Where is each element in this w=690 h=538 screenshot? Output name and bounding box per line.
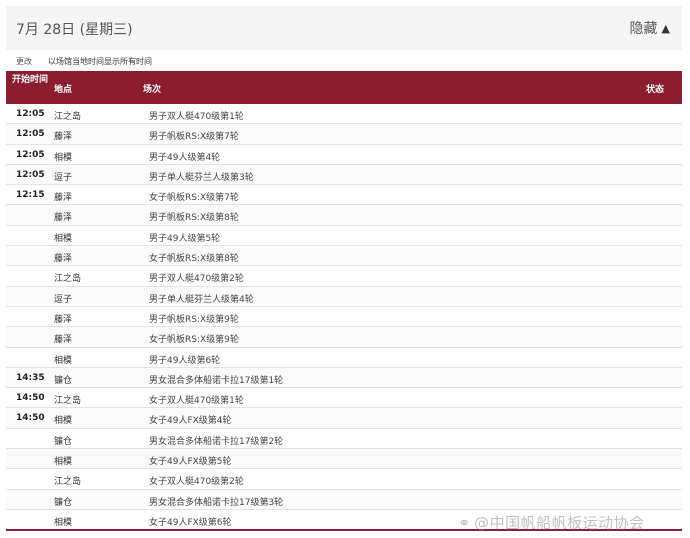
cell-event: 女子49人FX级第5轮 (149, 457, 232, 468)
cell-time: 14:50 (16, 413, 45, 424)
cell-venue: 相模 (54, 152, 73, 163)
table-row[interactable]: 14:50 江之岛 女子双人艇470级第1轮 (6, 388, 682, 409)
table-row[interactable]: 12:05 相模 男子49人级第4轮 (6, 145, 682, 165)
cell-event: 男女混合多体船诺卡拉17级第1轮 (149, 375, 284, 386)
cell-event: 男子49人级第6轮 (149, 355, 221, 366)
cell-venue: 江之岛 (54, 112, 82, 122)
chevron-up-icon: ▲ (661, 21, 670, 35)
table-header: 开始时间 地点 场次 状态 (6, 71, 682, 104)
table-row[interactable]: 12:05 藤泽 男子帆板RS:X级第7轮 (6, 124, 682, 145)
cell-event: 女子帆板RS:X级第8轮 (149, 254, 239, 265)
cell-venue: 藤泽 (54, 213, 73, 224)
cell-venue: 江之岛 (54, 274, 82, 285)
cell-event: 女子双人艇470级第2轮 (149, 477, 244, 488)
cell-venue: 相模 (54, 355, 73, 366)
table-row[interactable]: 14:50 相模 女子49人FX级第4轮 (6, 408, 682, 429)
table-row[interactable]: 逗子 男子单人艇芬兰人级第4轮 (6, 286, 682, 307)
cell-venue: 相模 (54, 416, 73, 427)
cell-event: 女子双人艇470级第1轮 (149, 396, 244, 407)
table-row[interactable]: 12:05 江之岛 男子双人艇470级第1轮 (6, 104, 682, 125)
table-row[interactable]: 12:05 逗子 男子单人艇芬兰人级第3轮 (6, 164, 682, 186)
cell-time: 12:05 (16, 109, 45, 119)
table-row[interactable]: 藤泽 女子帆板RS:X级第8轮 (6, 246, 682, 267)
cell-venue: 镰仓 (54, 375, 73, 386)
cell-event: 男子帆板RS:X级第7轮 (149, 132, 239, 143)
table-row[interactable]: 12:15 藤泽 女子帆板RS:X级第7轮 (6, 185, 682, 206)
cell-venue: 相模 (54, 517, 73, 528)
table-row[interactable]: 藤泽 女子帆板RS:X级第9轮 (6, 327, 682, 348)
column-header-status: 状态 (646, 85, 665, 95)
cell-event: 男女混合多体船诺卡拉17级第2轮 (149, 436, 284, 447)
cell-event: 男子帆板RS:X级第9轮 (149, 314, 239, 325)
change-timezone-link[interactable]: 更改 (16, 56, 32, 70)
weibo-icon: ⚭ (458, 513, 472, 532)
hide-button[interactable]: 隐藏 ▲ (630, 18, 670, 38)
table-row[interactable]: 藤泽 男子帆板RS:X级第9轮 (6, 307, 682, 328)
cell-time: 12:05 (16, 149, 45, 160)
cell-venue: 相模 (54, 457, 73, 468)
cell-event: 女子帆板RS:X级第7轮 (149, 193, 239, 204)
cell-venue: 藤泽 (54, 335, 73, 346)
cell-event: 男女混合多体船诺卡拉17级第3轮 (149, 497, 284, 508)
cell-event: 男子单人艇芬兰人级第3轮 (149, 172, 254, 183)
watermark: ⚭ @中国帆船帆板运动协会 (458, 512, 645, 533)
cell-event: 女子49人FX级第4轮 (149, 416, 232, 427)
table-row[interactable]: 藤泽 男子帆板RS:X级第8轮 (6, 205, 682, 226)
cell-venue: 镰仓 (54, 436, 73, 447)
table-row[interactable]: 镰仓 男女混合多体船诺卡拉17级第2轮 (6, 429, 682, 450)
cell-venue: 江之岛 (54, 396, 82, 407)
cell-event: 女子帆板RS:X级第9轮 (149, 335, 239, 346)
cell-time: 14:50 (16, 393, 45, 404)
table-row[interactable]: 相模 男子49人级第5轮 (6, 226, 682, 247)
hide-label: 隐藏 (629, 21, 658, 37)
cell-venue: 藤泽 (54, 314, 73, 325)
schedule-table-body: 12:05 江之岛 男子双人艇470级第1轮 12:05 藤泽 男子帆板RS:X级第7轮 1… (6, 104, 682, 531)
cell-venue: 逗子 (54, 172, 73, 183)
cell-venue: 藤泽 (54, 132, 73, 143)
column-header-time: 开始时间 (12, 75, 49, 85)
column-header-event: 场次 (143, 85, 162, 95)
table-row[interactable]: 江之岛 女子双人艇470级第2轮 (6, 469, 682, 490)
cell-event: 男子49人级第5轮 (149, 233, 221, 244)
table-row[interactable]: 镰仓 男女混合多体船诺卡拉17级第3轮 (6, 489, 682, 510)
watermark-text: @中国帆船帆板运动协会 (474, 514, 645, 532)
cell-venue: 逗子 (54, 294, 73, 305)
table-row[interactable]: 相模 男子49人级第6轮 (6, 348, 682, 368)
cell-time: 12:05 (16, 169, 45, 180)
cell-venue: 相模 (54, 233, 73, 244)
cell-venue: 镰仓 (54, 497, 73, 508)
cell-time: 12:05 (16, 129, 45, 140)
table-row[interactable]: 14:35 镰仓 男女混合多体船诺卡拉17级第1轮 (6, 367, 682, 389)
cell-event: 男子49人级第4轮 (149, 152, 221, 163)
cell-venue: 藤泽 (54, 254, 73, 265)
cell-venue: 江之岛 (54, 477, 82, 488)
cell-event: 男子双人艇470级第2轮 (149, 274, 244, 285)
schedule-date: 7月 28日 (星期三) (16, 22, 133, 38)
table-row[interactable]: 相模 女子49人FX级第5轮 (6, 449, 682, 470)
cell-event: 男子帆板RS:X级第8轮 (149, 213, 239, 224)
cell-event: 男子双人艇470级第1轮 (149, 112, 244, 122)
cell-time: 12:15 (16, 190, 45, 201)
schedule-day-header: 7月 28日 (星期三) 隐藏 ▲ (6, 6, 682, 50)
timezone-note: 以场馆当地时间显示所有时间 (48, 57, 152, 66)
column-header-venue: 地点 (54, 85, 73, 95)
cell-event: 男子单人艇芬兰人级第4轮 (149, 294, 254, 305)
cell-event: 女子49人FX级第6轮 (149, 517, 232, 528)
table-row[interactable]: 江之岛 男子双人艇470级第2轮 (6, 266, 682, 287)
cell-time: 14:35 (16, 372, 45, 383)
cell-venue: 藤泽 (54, 193, 73, 204)
timezone-bar: 更改 以场馆当地时间显示所有时间 (16, 56, 152, 70)
